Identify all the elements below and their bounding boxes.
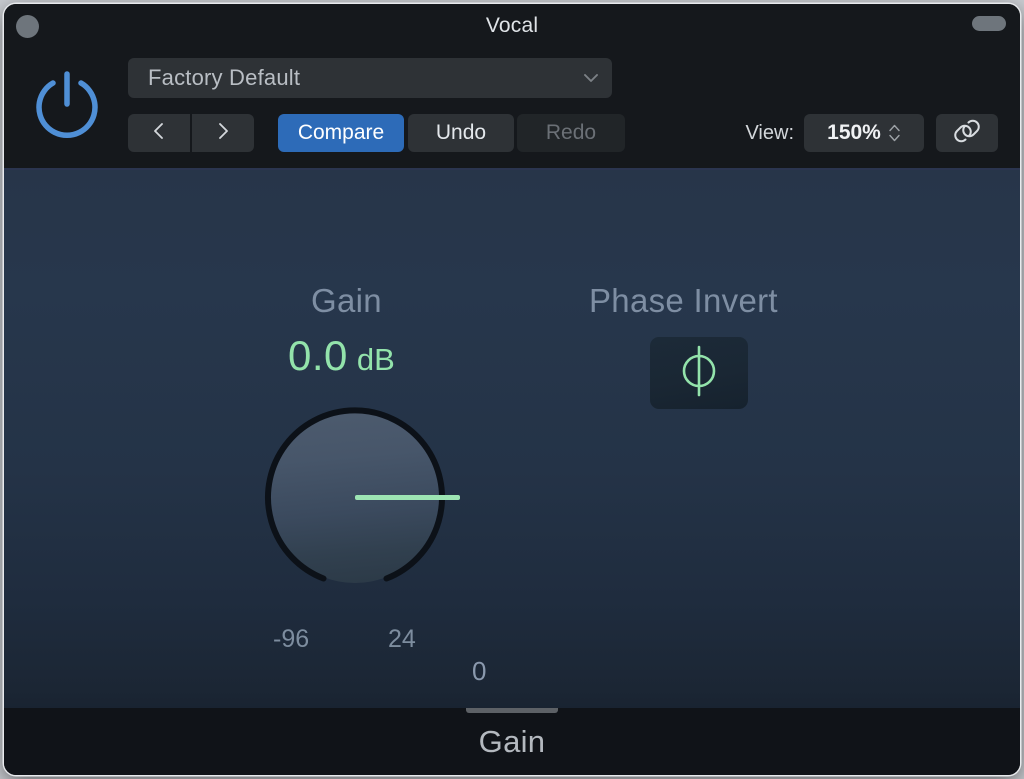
chevron-down-icon [580, 67, 602, 89]
resize-grip-icon[interactable] [466, 708, 558, 713]
phase-invert-label: Phase Invert [589, 282, 778, 319]
preset-transport-row: Compare Undo Redo [128, 114, 625, 152]
gain-range-max: 24 [388, 625, 416, 653]
plugin-main-panel: Gain 0.0 dB 0 -96 24 Phase Invert [4, 170, 1020, 708]
footer-title: Gain [478, 723, 546, 759]
gain-value-field[interactable]: 0.0 dB [288, 332, 395, 380]
gain-range-min: -96 [273, 625, 310, 653]
zoom-value: 150% [827, 121, 881, 144]
compare-button[interactable]: Compare [278, 114, 404, 152]
next-preset-button[interactable] [192, 114, 254, 152]
phase-invert-phi-icon [673, 344, 725, 403]
gain-unit: dB [356, 342, 395, 377]
gain-knob[interactable] [263, 405, 460, 589]
stepper-up-down-icon[interactable] [888, 124, 901, 142]
redo-button[interactable]: Redo [517, 114, 625, 152]
link-button[interactable] [936, 114, 998, 152]
previous-preset-button[interactable] [128, 114, 190, 152]
plugin-window: Vocal Factory Default Compare Undo Redo … [4, 4, 1020, 775]
zoom-stepper[interactable]: 150% [804, 114, 924, 152]
chevron-right-icon [213, 121, 233, 146]
view-controls: View: 150% [745, 114, 998, 152]
link-chain-icon [952, 118, 982, 149]
power-icon[interactable] [28, 64, 106, 142]
preset-select[interactable]: Factory Default [128, 58, 612, 98]
resize-pill-icon[interactable] [972, 16, 1006, 31]
phase-invert-button[interactable] [650, 337, 748, 409]
titlebar: Vocal [4, 4, 1020, 50]
undo-button[interactable]: Undo [408, 114, 514, 152]
gain-knob-readout: 0 [472, 656, 487, 686]
plugin-header-toolbar: Factory Default Compare Undo Redo View: … [4, 50, 1020, 170]
gain-value: 0.0 [288, 332, 348, 379]
gain-knob-pointer [355, 494, 460, 500]
preset-select-value: Factory Default [148, 65, 301, 90]
view-label: View: [745, 121, 794, 144]
gain-label: Gain [311, 282, 382, 319]
chevron-left-icon [149, 121, 169, 146]
plugin-footer: Gain [4, 708, 1020, 775]
window-title: Vocal [485, 14, 539, 37]
